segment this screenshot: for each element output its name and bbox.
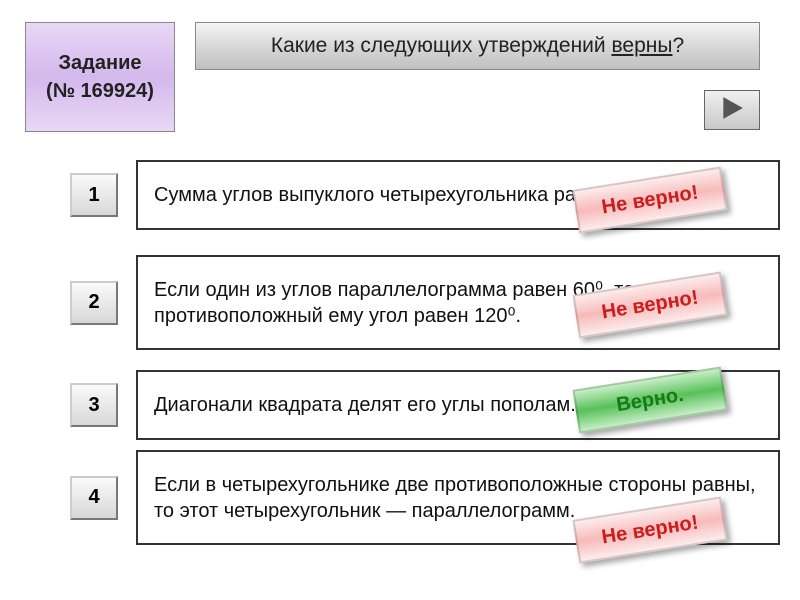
option-number-button[interactable]: 3 <box>70 383 118 427</box>
task-title: Задание <box>59 49 142 77</box>
task-box: Задание (№ 169924) <box>25 22 175 132</box>
question-emph: верны <box>611 34 672 57</box>
play-icon <box>719 95 745 126</box>
task-number: (№ 169924) <box>46 77 154 105</box>
question-suffix: ? <box>672 34 684 57</box>
question-prefix: Какие из следующих утверждений <box>271 34 612 57</box>
option-number-button[interactable]: 1 <box>70 173 118 217</box>
option-number-button[interactable]: 4 <box>70 476 118 520</box>
next-button[interactable] <box>704 90 760 130</box>
question-bar: Какие из следующих утверждений верны? <box>195 22 760 70</box>
option-number-button[interactable]: 2 <box>70 281 118 325</box>
